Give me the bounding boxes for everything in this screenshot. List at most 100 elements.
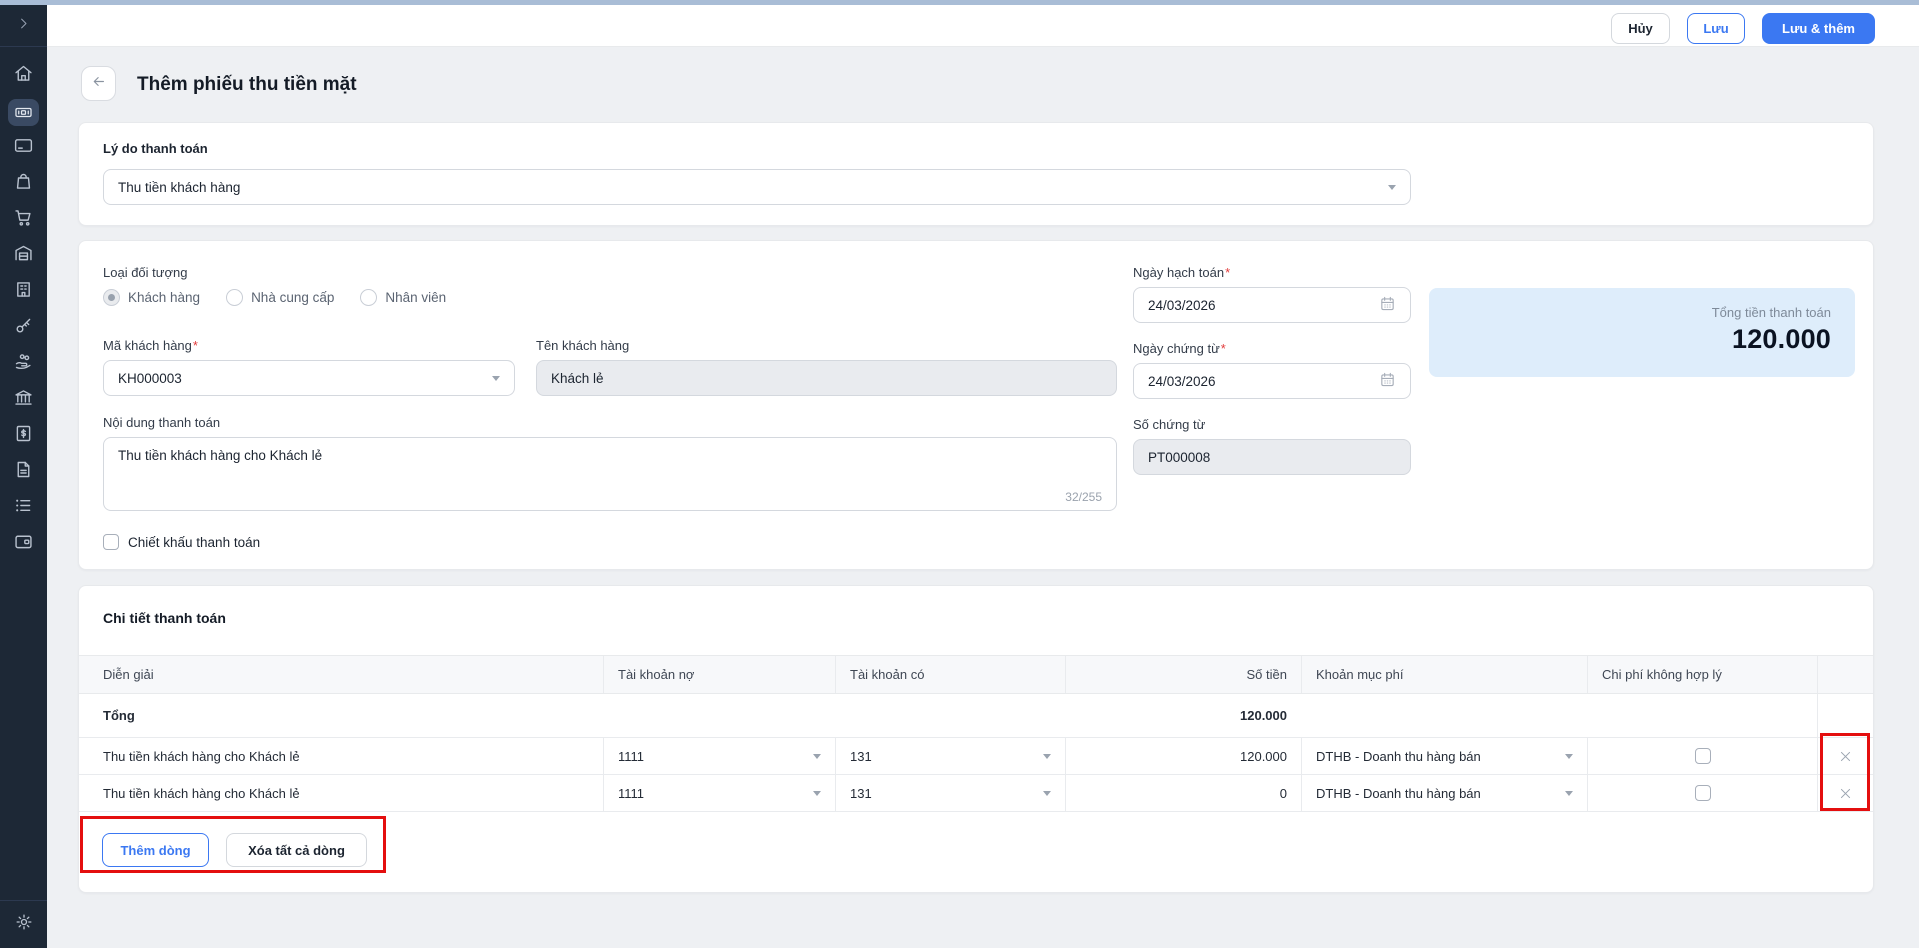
app-root: Hủy Lưu Lưu & thêm Thêm phiếu thu tiền m…	[0, 0, 1919, 948]
sidebar-item-warehouse[interactable]	[0, 238, 47, 274]
sidebar-item-hand-coins[interactable]	[0, 346, 47, 382]
sidebar-collapse-button[interactable]	[0, 5, 47, 47]
document-date-value: 24/03/2026	[1148, 374, 1216, 389]
customer-name-input: Khách lẻ	[536, 360, 1117, 396]
hand-coins-icon	[13, 351, 34, 377]
radio-employee-label: Nhân viên	[385, 290, 446, 305]
list-icon	[13, 495, 34, 521]
sidebar-item-shopping-bag[interactable]	[0, 166, 47, 202]
reason-select[interactable]: Thu tiền khách hàng	[103, 169, 1411, 205]
sidebar-item-shopping-cart[interactable]	[0, 202, 47, 238]
sidebar-item-credit-card[interactable]	[0, 130, 47, 166]
info-card: Loại đối tượng Khách hàng Nhà cung cấp N…	[78, 240, 1874, 570]
header-credit-account: Tài khoản có	[835, 656, 1065, 693]
row-delete-button[interactable]	[1818, 738, 1873, 774]
header-expense-item: Khoản mục phí	[1301, 656, 1587, 693]
row-invalid-expense-checkbox[interactable]	[1695, 785, 1711, 801]
payment-content-textarea[interactable]: Thu tiền khách hàng cho Khách lẻ 32/255	[103, 437, 1117, 511]
radio-supplier[interactable]: Nhà cung cấp	[226, 289, 334, 306]
invoice-icon	[13, 423, 34, 449]
total-amount-value: 120.000	[1429, 324, 1831, 355]
save-button[interactable]: Lưu	[1687, 13, 1745, 44]
customer-name-label: Tên khách hàng	[536, 338, 629, 353]
page-title: Thêm phiếu thu tiền mặt	[137, 74, 357, 96]
row-invalid-expense-checkbox[interactable]	[1695, 748, 1711, 764]
arrow-left-icon	[90, 73, 107, 95]
top-action-bar: Hủy Lưu Lưu & thêm	[47, 5, 1919, 47]
sidebar-item-wallet[interactable]	[0, 526, 47, 562]
sidebar-item-bank[interactable]	[0, 382, 47, 418]
delete-all-rows-button[interactable]: Xóa tất cả dòng	[226, 833, 367, 867]
sidebar-item-key[interactable]	[0, 310, 47, 346]
table-row: Thu tiền khách hàng cho Khách lẻ 1111 13…	[79, 738, 1873, 775]
payment-detail-table: Diễn giải Tài khoản nợ Tài khoản có Số t…	[79, 655, 1873, 812]
save-and-add-button[interactable]: Lưu & thêm	[1762, 13, 1875, 44]
bank-icon	[13, 387, 34, 413]
row-credit-account-select[interactable]: 131	[850, 786, 1051, 801]
cash-register-icon	[8, 99, 39, 126]
total-amount-label: Tổng tiền thanh toán	[1429, 305, 1831, 320]
object-type-label: Loại đối tượng	[103, 265, 187, 280]
customer-code-select[interactable]: KH000003	[103, 360, 515, 396]
posting-date-input[interactable]: 24/03/2026	[1133, 287, 1411, 323]
row-credit-account-select[interactable]: 131	[850, 749, 1051, 764]
discount-checkbox[interactable]	[103, 534, 119, 550]
row-debit-account-select[interactable]: 1111	[618, 749, 821, 764]
chevron-down-icon	[1043, 754, 1051, 759]
document-number-input: PT000008	[1133, 439, 1411, 475]
posting-date-label: Ngày hạch toán*	[1133, 265, 1230, 280]
table-total-row: Tổng 120.000	[79, 694, 1873, 738]
sidebar-item-office-building[interactable]	[0, 274, 47, 310]
sidebar-item-home[interactable]	[0, 58, 47, 94]
row-delete-button[interactable]	[1818, 775, 1873, 811]
sidebar-item-list[interactable]	[0, 490, 47, 526]
customer-name-value: Khách lẻ	[551, 371, 604, 386]
row-amount[interactable]: 0	[1065, 775, 1301, 811]
header-amount: Số tiền	[1065, 656, 1301, 693]
customer-code-value: KH000003	[118, 371, 182, 386]
radio-unselected-icon	[226, 289, 243, 306]
sidebar-item-cash-register-active[interactable]	[0, 94, 47, 130]
row-expense-item-select[interactable]: DTHB - Doanh thu hàng bán	[1316, 786, 1573, 801]
total-amount-box: Tổng tiền thanh toán 120.000	[1429, 288, 1855, 377]
calendar-icon[interactable]	[1379, 295, 1396, 315]
sidebar-item-invoice[interactable]	[0, 418, 47, 454]
reason-card: Lý do thanh toán Thu tiền khách hàng	[78, 122, 1874, 226]
cancel-button[interactable]: Hủy	[1611, 13, 1670, 44]
radio-employee[interactable]: Nhân viên	[360, 289, 446, 306]
row-description[interactable]: Thu tiền khách hàng cho Khách lẻ	[79, 775, 603, 811]
posting-date-value: 24/03/2026	[1148, 298, 1216, 313]
header-invalid-expense: Chi phí không hợp lý	[1587, 656, 1817, 693]
discount-checkbox-label: Chiết khấu thanh toán	[128, 535, 260, 550]
total-row-label: Tổng	[79, 694, 603, 737]
back-button[interactable]	[81, 66, 116, 101]
document-date-input[interactable]: 24/03/2026	[1133, 363, 1411, 399]
add-row-button[interactable]: Thêm dòng	[102, 833, 209, 867]
row-expense-item-select[interactable]: DTHB - Doanh thu hàng bán	[1316, 749, 1573, 764]
office-building-icon	[13, 279, 34, 305]
warehouse-icon	[13, 243, 34, 269]
required-asterisk: *	[1221, 341, 1226, 356]
radio-customer[interactable]: Khách hàng	[103, 289, 200, 306]
required-asterisk: *	[1225, 265, 1230, 280]
home-icon	[13, 63, 34, 89]
sidebar-item-document[interactable]	[0, 454, 47, 490]
row-debit-account-select[interactable]: 1111	[618, 786, 821, 801]
chevron-right-icon	[16, 16, 31, 36]
row-description[interactable]: Thu tiền khách hàng cho Khách lẻ	[79, 738, 603, 774]
chevron-down-icon	[1043, 791, 1051, 796]
customer-code-label: Mã khách hàng*	[103, 338, 198, 353]
document-icon	[13, 459, 34, 485]
chevron-down-icon	[813, 791, 821, 796]
object-type-radio-group: Khách hàng Nhà cung cấp Nhân viên	[103, 289, 446, 306]
document-date-label: Ngày chứng từ*	[1133, 341, 1226, 356]
shopping-cart-icon	[13, 207, 34, 233]
radio-unselected-icon	[360, 289, 377, 306]
row-amount[interactable]: 120.000	[1065, 738, 1301, 774]
payment-detail-title: Chi tiết thanh toán	[103, 610, 226, 626]
sidebar-settings-button[interactable]	[0, 900, 47, 948]
chevron-down-icon	[813, 754, 821, 759]
calendar-icon[interactable]	[1379, 371, 1396, 391]
document-number-value: PT000008	[1148, 450, 1210, 465]
table-row: Thu tiền khách hàng cho Khách lẻ 1111 13…	[79, 775, 1873, 812]
